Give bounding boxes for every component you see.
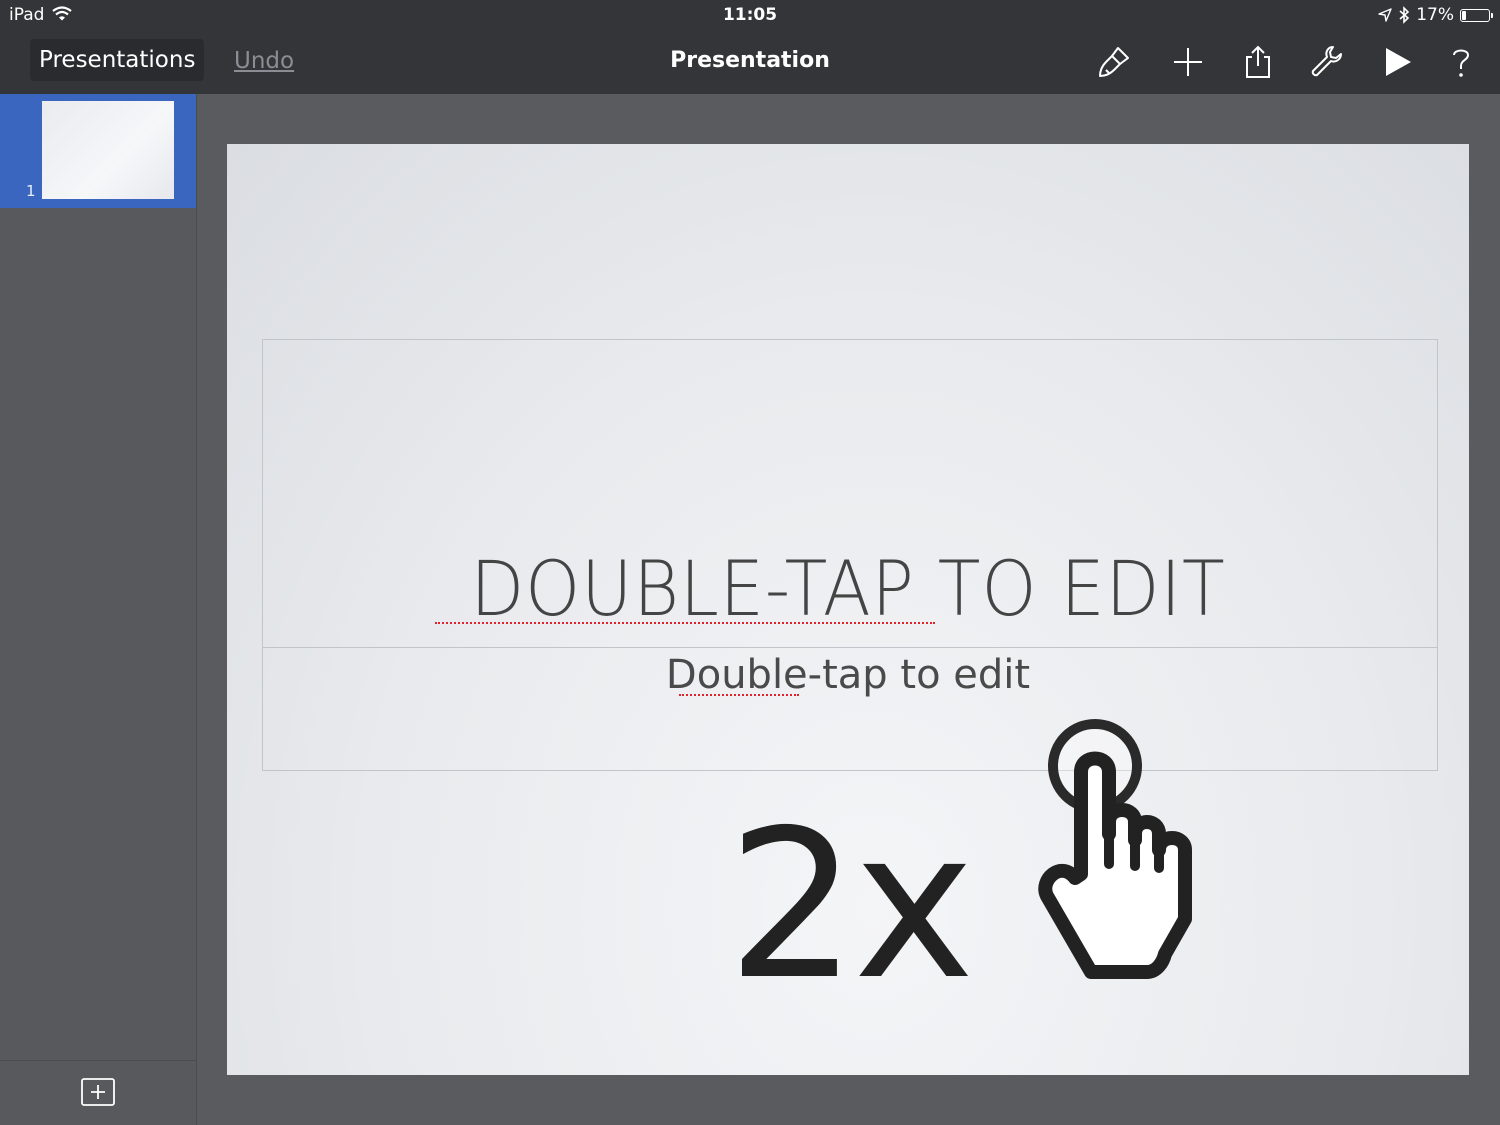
status-bar: iPad 11:05 17% bbox=[0, 0, 1500, 30]
slide-canvas[interactable]: DOUBLE-TAP TO EDIT Double-tap to edit 2x bbox=[227, 144, 1469, 1075]
slide-thumbnail[interactable] bbox=[42, 101, 174, 199]
play-icon[interactable] bbox=[1380, 44, 1416, 80]
slide-navigator: 1 bbox=[0, 94, 197, 1125]
presentations-button[interactable]: Presentations bbox=[30, 39, 205, 81]
sidebar-divider bbox=[0, 1060, 196, 1061]
undo-button[interactable]: Undo bbox=[234, 48, 294, 74]
wrench-icon[interactable] bbox=[1309, 44, 1345, 80]
plus-icon[interactable] bbox=[1170, 44, 1206, 80]
toolbar: Presentations Undo Presentation bbox=[0, 30, 1500, 94]
battery-icon bbox=[1460, 8, 1493, 22]
add-slide-button[interactable] bbox=[81, 1078, 115, 1106]
share-icon[interactable] bbox=[1240, 44, 1276, 80]
slide-number: 1 bbox=[26, 182, 36, 200]
spellcheck-underline bbox=[679, 694, 799, 696]
battery-percent: 17% bbox=[1416, 5, 1454, 25]
spellcheck-underline bbox=[435, 622, 935, 624]
bluetooth-icon bbox=[1399, 6, 1410, 24]
help-icon[interactable] bbox=[1443, 44, 1479, 80]
location-arrow-icon bbox=[1378, 8, 1392, 22]
slide-thumbnail-row[interactable]: 1 bbox=[0, 94, 196, 208]
slide-title-text[interactable]: DOUBLE-TAP TO EDIT bbox=[277, 544, 1420, 633]
status-time: 11:05 bbox=[722, 5, 778, 25]
double-tap-count-label: 2x bbox=[727, 787, 975, 1025]
tap-hand-icon bbox=[1038, 719, 1192, 979]
slide-canvas-area: DOUBLE-TAP TO EDIT Double-tap to edit 2x bbox=[197, 94, 1500, 1125]
slide-subtitle-text[interactable]: Double-tap to edit bbox=[227, 652, 1469, 698]
paintbrush-icon[interactable] bbox=[1096, 44, 1132, 80]
